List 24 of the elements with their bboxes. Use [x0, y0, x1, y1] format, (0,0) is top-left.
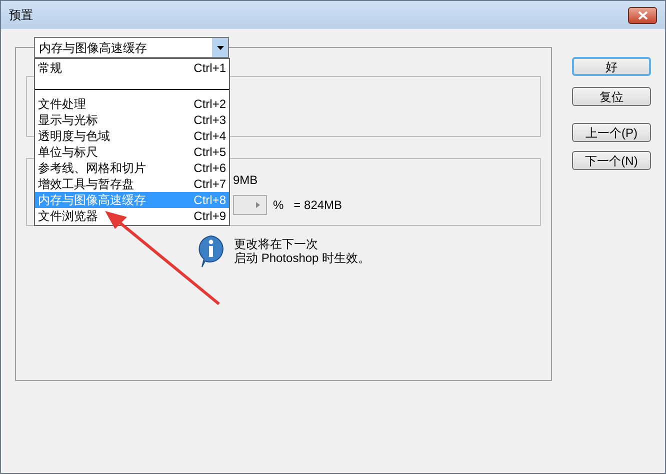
dropdown-item[interactable]: 显示与光标 Ctrl+3	[35, 112, 229, 128]
info-text: 启动 Photoshop 时生效。	[234, 251, 370, 265]
close-button[interactable]	[628, 6, 657, 24]
dropdown-item[interactable]: 参考线、网格和切片 Ctrl+6	[35, 160, 229, 176]
window-title: 预置	[9, 7, 33, 24]
dialog-button[interactable]: 下一个(N)	[572, 151, 651, 170]
info-icon	[196, 234, 226, 268]
spin-arrow-icon	[256, 202, 260, 208]
dropdown-item[interactable]: 文件处理 Ctrl+2	[35, 96, 229, 112]
info-text: 更改将在下一次	[234, 237, 319, 251]
memory-result-text: = 824MB	[294, 197, 342, 214]
dialog-button[interactable]: 复位	[572, 87, 651, 106]
dialog-button[interactable]: 上一个(P)	[572, 123, 651, 142]
percent-label: %	[273, 197, 284, 214]
close-icon	[638, 10, 648, 20]
dropdown-item[interactable]: 单位与标尺 Ctrl+5	[35, 144, 229, 160]
dropdown-item[interactable]: 常规 Ctrl+1	[35, 60, 229, 76]
dialog-button[interactable]: 好	[572, 57, 651, 76]
dropdown-item[interactable]: 文件浏览器 Ctrl+9	[35, 208, 229, 224]
category-dropdown[interactable]: 内存与图像高速缓存	[34, 37, 229, 58]
dropdown-item[interactable]: 增效工具与暂存盘 Ctrl+7	[35, 176, 229, 192]
available-memory-text: 9MB	[233, 172, 259, 189]
dropdown-item[interactable]: 透明度与色域 Ctrl+4	[35, 128, 229, 144]
caret-icon	[216, 46, 224, 50]
